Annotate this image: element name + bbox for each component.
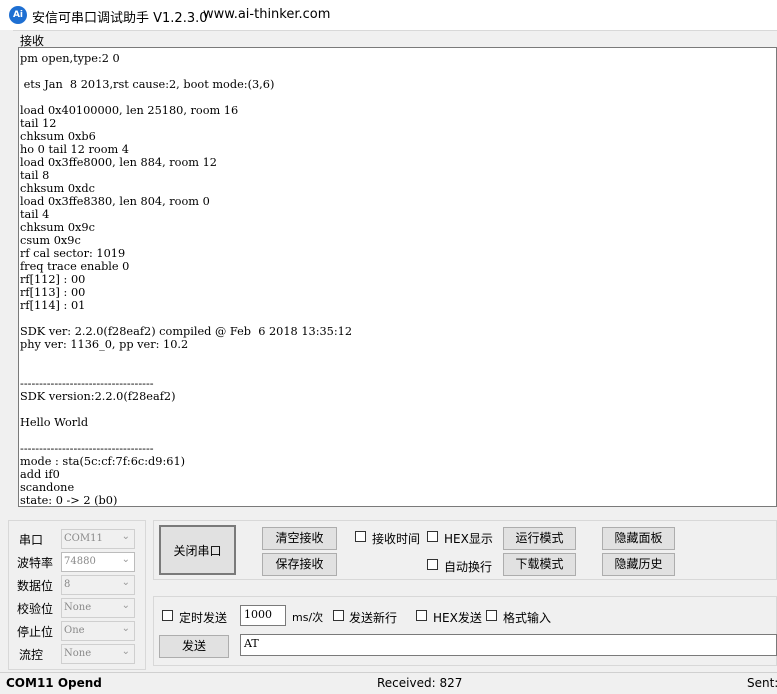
port-label: 串口 (19, 533, 44, 547)
databits-select[interactable]: 8 ⌄ (61, 575, 135, 595)
download-mode-button[interactable]: 下载模式 (503, 553, 576, 576)
timed-send-label: 定时发送 (179, 611, 228, 625)
parity-select[interactable]: None ⌄ (61, 598, 135, 618)
receive-text: pm open,type:2 0 ets Jan 8 2013,rst caus… (20, 52, 353, 507)
timed-send-checkbox[interactable] (162, 610, 173, 621)
databits-label: 数据位 (17, 579, 54, 593)
run-mode-button[interactable]: 运行模式 (503, 527, 576, 550)
hex-display-label: HEX显示 (444, 532, 493, 546)
chevron-down-icon: ⌄ (121, 554, 130, 565)
flow-label: 流控 (19, 648, 44, 662)
send-newline-label: 发送新行 (349, 611, 398, 625)
flow-select-value: None (64, 648, 92, 659)
baud-select-value: 74880 (64, 556, 96, 567)
port-select-value: COM11 (64, 533, 103, 544)
auto-wrap-label: 自动换行 (444, 560, 493, 574)
flow-select[interactable]: None ⌄ (61, 644, 135, 664)
chevron-down-icon: ⌄ (121, 577, 130, 588)
hide-history-button[interactable]: 隐藏历史 (602, 553, 675, 576)
port-select[interactable]: COM11 ⌄ (61, 529, 135, 549)
receive-time-label: 接收时间 (372, 532, 421, 546)
hex-display-checkbox[interactable] (427, 531, 438, 542)
sent-count: Sent: (747, 676, 777, 690)
chevron-down-icon: ⌄ (121, 531, 130, 542)
chevron-down-icon: ⌄ (121, 623, 130, 634)
hex-send-checkbox[interactable] (416, 610, 427, 621)
stopbits-label: 停止位 (17, 625, 54, 639)
send-button[interactable]: 发送 (159, 635, 229, 658)
chevron-down-icon: ⌄ (121, 646, 130, 657)
window-title: 安信可串口调试助手 V1.2.3.0 (32, 11, 208, 26)
window-url: www.ai-thinker.com (203, 7, 331, 22)
send-newline-checkbox[interactable] (333, 610, 344, 621)
receive-textbox[interactable]: pm open,type:2 0 ets Jan 8 2013,rst caus… (18, 47, 777, 507)
interval-unit-label: ms/次 (292, 611, 324, 624)
parity-label: 校验位 (17, 602, 54, 616)
format-input-label: 格式输入 (503, 611, 552, 625)
received-count: Received: 827 (377, 676, 463, 690)
receive-time-checkbox[interactable] (355, 531, 366, 542)
close-port-button[interactable]: 关闭串口 (159, 525, 236, 575)
clear-receive-button[interactable]: 清空接收 (262, 527, 337, 550)
interval-input[interactable]: 1000 (240, 605, 286, 626)
hex-send-label: HEX发送 (433, 611, 482, 625)
baud-select[interactable]: 74880 ⌄ (61, 552, 135, 572)
hide-panel-button[interactable]: 隐藏面板 (602, 527, 675, 550)
parity-select-value: None (64, 602, 92, 613)
stopbits-select[interactable]: One ⌄ (61, 621, 135, 641)
stopbits-select-value: One (64, 625, 85, 636)
save-receive-button[interactable]: 保存接收 (262, 553, 337, 576)
status-bar: COM11 Opend Received: 827 Sent: (0, 672, 777, 694)
send-input[interactable]: AT (240, 634, 777, 656)
databits-select-value: 8 (64, 579, 71, 590)
baud-label: 波特率 (17, 556, 54, 570)
port-status: COM11 Opend (6, 676, 102, 690)
title-bar: Ai 安信可串口调试助手 V1.2.3.0 www.ai-thinker.com (0, 0, 777, 30)
chevron-down-icon: ⌄ (121, 600, 130, 611)
auto-wrap-checkbox[interactable] (427, 559, 438, 570)
format-input-checkbox[interactable] (486, 610, 497, 621)
app-logo-icon: Ai (9, 6, 27, 24)
